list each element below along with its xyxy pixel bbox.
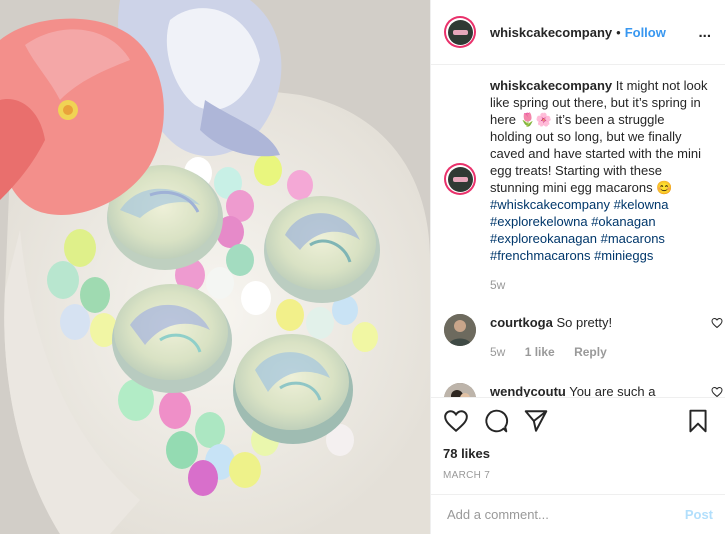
- post-date[interactable]: MARCH 7: [443, 470, 711, 481]
- hashtag[interactable]: #whiskcakecompany: [490, 197, 610, 212]
- hashtag[interactable]: #minieggs: [594, 248, 653, 263]
- like-icon[interactable]: [443, 408, 469, 434]
- smile-emoji: 😊: [656, 180, 673, 195]
- share-icon[interactable]: [523, 408, 549, 434]
- avatar[interactable]: [444, 16, 476, 48]
- instagram-post: whiskcakecompany • Follow ... whiskcakec…: [0, 0, 725, 534]
- comment-item: courtkoga So pretty! 5w 1 like Reply: [444, 314, 723, 361]
- more-options-icon[interactable]: ...: [698, 24, 711, 41]
- macarons-image: [0, 0, 430, 534]
- hashtag[interactable]: #okanagan: [591, 214, 655, 229]
- post-sidebar: whiskcakecompany • Follow ... whiskcakec…: [430, 0, 725, 534]
- flower-emoji: 🌷🌸: [519, 112, 553, 127]
- comment-icon[interactable]: [483, 408, 509, 434]
- comments-section[interactable]: whiskcakecompany It might not look like …: [431, 65, 725, 397]
- post-header: whiskcakecompany • Follow ...: [431, 0, 725, 65]
- hashtag[interactable]: #exploreokanagan: [490, 231, 597, 246]
- comment-username[interactable]: courtkoga: [490, 315, 553, 330]
- hashtag[interactable]: #frenchmacarons: [490, 248, 590, 263]
- comment-text: So pretty!: [552, 315, 613, 330]
- heart-icon[interactable]: [711, 317, 723, 329]
- add-comment-bar: Post: [431, 494, 725, 534]
- separator-dot: •: [616, 24, 621, 40]
- hashtag[interactable]: #explorekelowna: [490, 214, 588, 229]
- comment-item: wendycoutu You are such a Amazing Artist…: [444, 383, 723, 397]
- caption-time[interactable]: 5w: [490, 278, 709, 292]
- follow-button[interactable]: Follow: [625, 25, 666, 40]
- heart-icon[interactable]: [711, 386, 723, 397]
- post-button[interactable]: Post: [685, 507, 713, 522]
- avatar[interactable]: [444, 314, 476, 346]
- comment-username[interactable]: wendycoutu: [490, 384, 566, 397]
- reply-button[interactable]: Reply: [574, 345, 607, 359]
- comment-time[interactable]: 5w: [490, 345, 505, 359]
- post-actions: 78 likes MARCH 7: [431, 397, 725, 494]
- avatar[interactable]: [444, 163, 476, 195]
- caption-username[interactable]: whiskcakecompany: [490, 78, 612, 93]
- hashtag[interactable]: #macarons: [601, 231, 665, 246]
- header-username[interactable]: whiskcakecompany: [490, 25, 612, 40]
- add-comment-input[interactable]: [445, 506, 685, 523]
- comment-likes[interactable]: 1 like: [525, 345, 555, 359]
- caption-text: whiskcakecompany It might not look like …: [490, 77, 709, 264]
- likes-count[interactable]: 78 likes: [443, 446, 711, 461]
- caption: whiskcakecompany It might not look like …: [444, 77, 709, 264]
- bookmark-icon[interactable]: [685, 408, 711, 434]
- avatar[interactable]: [444, 383, 476, 397]
- post-photo[interactable]: [0, 0, 430, 534]
- hashtag[interactable]: #kelowna: [614, 197, 669, 212]
